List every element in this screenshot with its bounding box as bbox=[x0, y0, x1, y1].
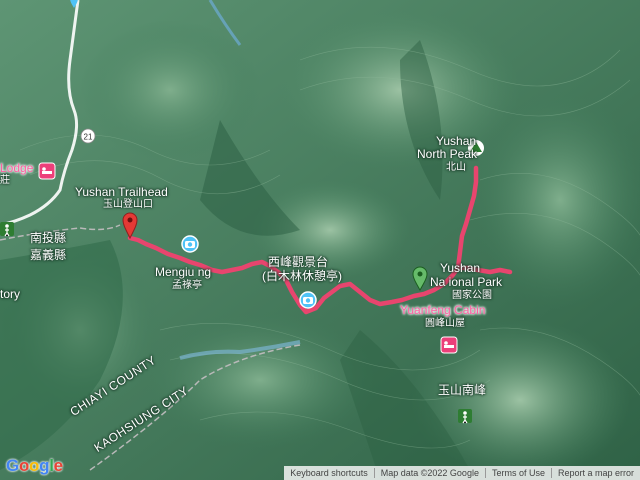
camera-icon-xifeng[interactable] bbox=[299, 291, 317, 309]
hiker-icon-south[interactable] bbox=[458, 409, 472, 424]
chiayi-label-zh: 嘉義縣 bbox=[30, 248, 67, 262]
yuanfeng-label-zh: 圓峰山屋 bbox=[425, 318, 465, 329]
svg-text:21: 21 bbox=[84, 133, 93, 142]
map-data-attribution: Map data ©2022 Google bbox=[380, 468, 479, 478]
nantou-label: 南投縣 bbox=[30, 231, 67, 245]
camera-icon-mengjiu[interactable] bbox=[181, 235, 199, 253]
national-park-label-2[interactable]: Na ional Park bbox=[430, 276, 502, 289]
partial-label-tory: tory bbox=[0, 287, 21, 301]
yuanfeng-label[interactable]: Yuanfeng Cabin bbox=[400, 304, 485, 317]
north-peak-label-zh: 北山 bbox=[446, 162, 466, 173]
google-logo: Google bbox=[6, 456, 63, 475]
trailhead-label-zh: 玉山登山口 bbox=[103, 199, 153, 210]
road-21-shield: 21 bbox=[80, 128, 96, 144]
trailhead-label[interactable]: Yushan Trailhead bbox=[75, 186, 168, 199]
hiker-icon-west[interactable] bbox=[0, 222, 14, 237]
map-footer: Keyboard shortcuts Map data ©2022 Google… bbox=[284, 466, 640, 480]
keyboard-shortcuts-link[interactable]: Keyboard shortcuts bbox=[284, 468, 374, 478]
south-peak-label-zh[interactable]: 玉山南峰 bbox=[438, 384, 486, 397]
terms-of-use-link[interactable]: Terms of Use bbox=[486, 468, 551, 478]
national-park-label-1[interactable]: Yushan bbox=[440, 262, 480, 275]
bed-icon-yuanfeng[interactable] bbox=[440, 336, 458, 354]
terrain-map[interactable]: 21 bbox=[0, 0, 640, 480]
north-peak-label-2[interactable]: North Peak bbox=[417, 148, 477, 161]
mengjiu-label[interactable]: Mengiu ng bbox=[155, 266, 211, 279]
xifeng-label-2: (白木林休憩亭) bbox=[262, 269, 342, 283]
xifeng-label[interactable]: 西峰觀景台 bbox=[268, 256, 328, 269]
report-map-error-link[interactable]: Report a map error bbox=[552, 468, 640, 478]
lodge-label[interactable]: Lodge bbox=[0, 162, 33, 175]
mengjiu-label-zh: 孟祿亭 bbox=[172, 280, 202, 291]
bed-icon-lodge[interactable] bbox=[38, 162, 56, 180]
national-park-label-zh: 國家公園 bbox=[452, 290, 492, 301]
lodge-label-zh: 莊 bbox=[0, 175, 10, 186]
